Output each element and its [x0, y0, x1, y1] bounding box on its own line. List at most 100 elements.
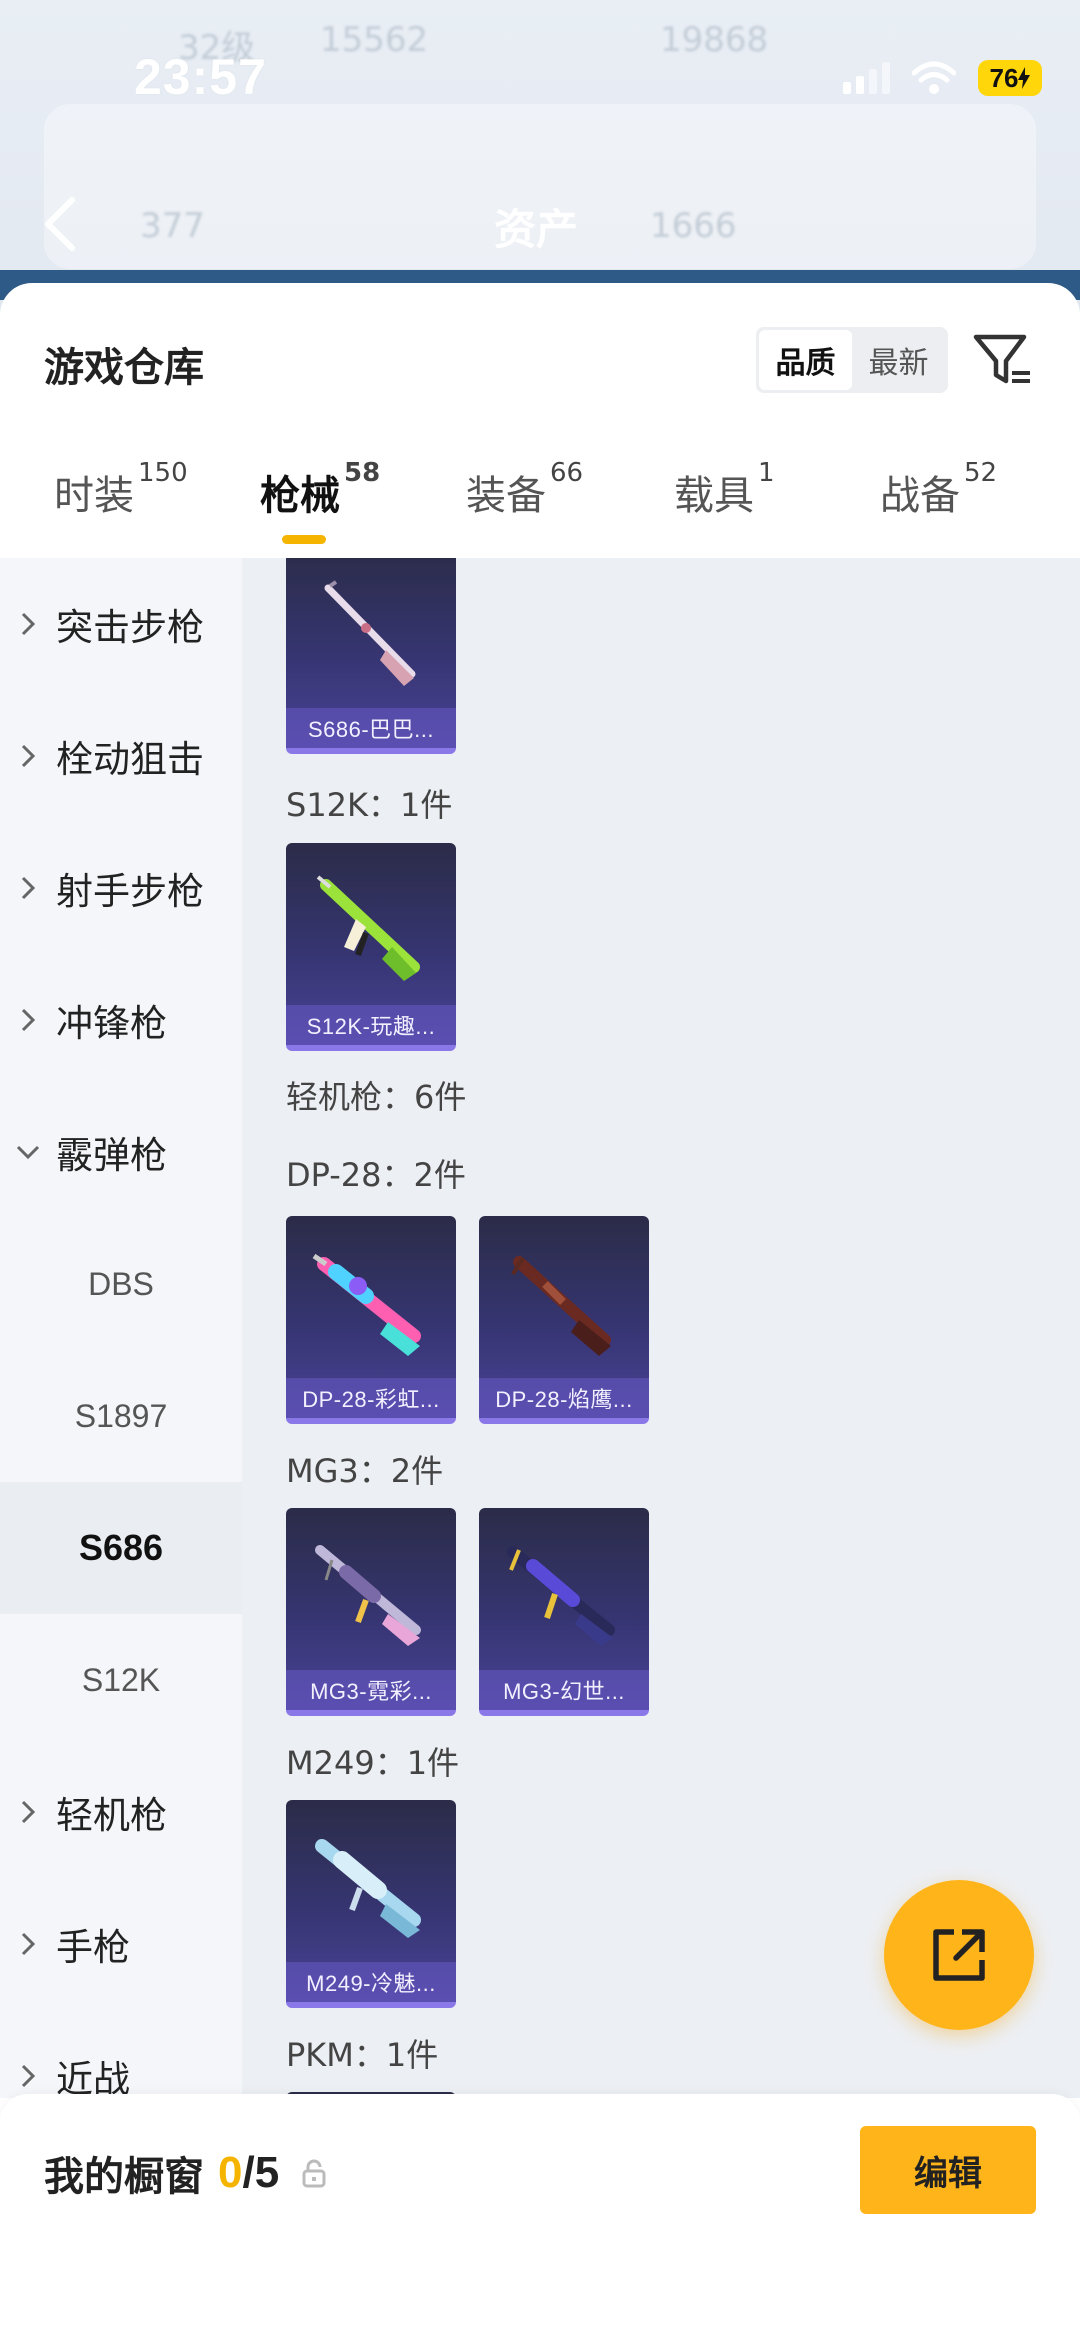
skin-card[interactable]: S12K-玩趣... [286, 843, 456, 1051]
tab-label: 战备 [880, 473, 960, 519]
status-time: 23:57 [134, 49, 267, 105]
skin-card[interactable]: DP-28-彩虹... [286, 1216, 456, 1424]
lmg-skin-icon [511, 1256, 611, 1356]
group-label: MG3：2件 [286, 1452, 444, 1490]
subcategory-label: S12K [81, 1661, 161, 1698]
showcase-summary: 我的橱窗 0/5 [44, 2144, 327, 2202]
category-label: 霰弹枪 [56, 1134, 167, 1177]
signal-icon [843, 62, 890, 94]
tab-label: 载具 [674, 473, 754, 519]
category-lmg[interactable]: 轻机枪 [0, 1746, 242, 1878]
chevron-right-icon [0, 558, 56, 690]
warehouse-sheet: 游戏仓库 品质 最新 时装150 枪械58 装备66 载具1 战备52 突击步枪 [0, 283, 1080, 2341]
shotgun-skin-icon [316, 875, 420, 981]
category-tabs: 时装150 枪械58 装备66 载具1 战备52 [0, 458, 1080, 563]
skin-card[interactable]: DP-28-焰鹰... [479, 1216, 649, 1424]
subcategory-label: S1897 [74, 1397, 168, 1434]
active-tab-indicator [282, 535, 326, 544]
chevron-right-icon [0, 822, 56, 954]
blurred-stat: 1666 [650, 206, 737, 246]
share-external-icon [933, 1929, 985, 1981]
category-pistol[interactable]: 手枪 [0, 1878, 242, 2010]
chevron-down-icon [0, 1086, 56, 1218]
subcategory-label: S686 [78, 1527, 164, 1568]
weapon-category-list: 突击步枪 栓动狙击 射手步枪 冲锋枪 霰弹枪 DBS S1897 S686 S1… [0, 558, 242, 2101]
warehouse-title: 游戏仓库 [44, 345, 204, 391]
lmg-skin-icon [315, 1839, 421, 1938]
skin-name: MG3-霓彩... [286, 1670, 456, 1710]
chevron-right-icon [0, 954, 56, 1086]
skin-card[interactable]: MG3-霓彩... [286, 1508, 456, 1716]
subcategory-s1897[interactable]: S1897 [0, 1350, 242, 1482]
edit-button[interactable]: 编辑 [860, 2126, 1036, 2214]
page-title: 资产 [494, 205, 579, 254]
shotgun-skin-icon [324, 580, 416, 686]
skin-name: DP-28-彩虹... [286, 1378, 456, 1418]
lock-icon [302, 2159, 326, 2188]
group-label: S12K：1件 [286, 786, 453, 824]
skin-name: MG3-幻世... [479, 1670, 649, 1710]
category-marksman-rifle[interactable]: 射手步枪 [0, 822, 242, 954]
showcase-used-count: 0 [218, 2148, 243, 2197]
skin-card[interactable]: MG3-幻世... [479, 1508, 649, 1716]
charging-bolt-icon [1018, 67, 1031, 89]
lmg-skin-icon [312, 1253, 421, 1356]
group-label: 轻机枪：6件 [286, 1078, 467, 1116]
tab-fashion[interactable]: 时装150 [54, 458, 188, 521]
group-label: DP-28：2件 [286, 1156, 466, 1194]
subcategory-label: DBS [88, 1265, 154, 1302]
subcategory-dbs[interactable]: DBS [0, 1218, 242, 1350]
sort-toggle: 品质 最新 [756, 327, 948, 393]
showcase-separator: / [242, 2148, 255, 2197]
showcase-label: 我的橱窗 [44, 2154, 204, 2200]
skin-name: DP-28-焰鹰... [479, 1378, 649, 1418]
blurred-stat: 19868 [660, 20, 769, 60]
tab-firearms[interactable]: 枪械58 [260, 458, 380, 521]
battery-level: 76 [989, 62, 1019, 93]
tab-vehicles[interactable]: 载具1 [674, 458, 775, 521]
skin-card[interactable]: S686-巴巴... [286, 558, 456, 754]
category-label: 突击步枪 [56, 606, 204, 649]
tab-count: 52 [964, 457, 998, 488]
wifi-icon [912, 61, 956, 94]
back-chevron-icon[interactable] [40, 196, 80, 252]
status-icons: 76 [843, 58, 1042, 98]
skin-name: S12K-玩趣... [286, 1005, 456, 1045]
group-label: M249：1件 [286, 1744, 460, 1782]
tab-supplies[interactable]: 战备52 [880, 458, 997, 521]
sort-option-quality[interactable]: 品质 [759, 330, 852, 390]
category-label: 栓动狙击 [56, 738, 204, 781]
skin-card[interactable]: M249-冷魅... [286, 1800, 456, 2008]
tab-equipment[interactable]: 装备66 [466, 458, 583, 521]
tab-label: 枪械 [260, 473, 340, 519]
chevron-right-icon [0, 690, 56, 822]
subcategory-s12k[interactable]: S12K [0, 1614, 242, 1746]
subcategory-s686[interactable]: S686 [0, 1482, 242, 1614]
category-bolt-sniper[interactable]: 栓动狙击 [0, 690, 242, 822]
tab-count: 66 [550, 457, 584, 488]
lmg-skin-icon [507, 1546, 615, 1646]
category-shotgun[interactable]: 霰弹枪 [0, 1086, 242, 1218]
category-label: 轻机枪 [56, 1794, 167, 1837]
battery-icon: 76 [978, 60, 1042, 96]
tab-count: 150 [138, 457, 188, 488]
lmg-skin-icon [315, 1545, 421, 1646]
category-assault-rifle[interactable]: 突击步枪 [0, 558, 242, 690]
blurred-stat: 15562 [320, 20, 429, 60]
category-label: 射手步枪 [56, 870, 204, 913]
weapon-skin-grid: S686-巴巴... S12K：1件 S12K-玩趣... 轻机枪：6件 DP-… [242, 558, 1080, 2098]
filter-icon[interactable] [972, 329, 1034, 391]
tab-label: 装备 [466, 473, 546, 519]
skin-name: M249-冷魅... [286, 1962, 456, 2002]
tab-count: 1 [758, 457, 775, 488]
tab-label: 时装 [54, 473, 134, 519]
showcase-bar: 我的橱窗 0/5 编辑 [0, 2094, 1080, 2341]
showcase-total-count: 5 [254, 2148, 280, 2197]
chevron-right-icon [0, 1746, 56, 1878]
category-smg[interactable]: 冲锋枪 [0, 954, 242, 1086]
blurred-stat: 377 [140, 206, 205, 246]
chevron-right-icon [0, 1878, 56, 2010]
sort-option-latest[interactable]: 最新 [852, 330, 945, 390]
skin-name: S686-巴巴... [286, 708, 456, 748]
share-button[interactable] [884, 1880, 1034, 2030]
